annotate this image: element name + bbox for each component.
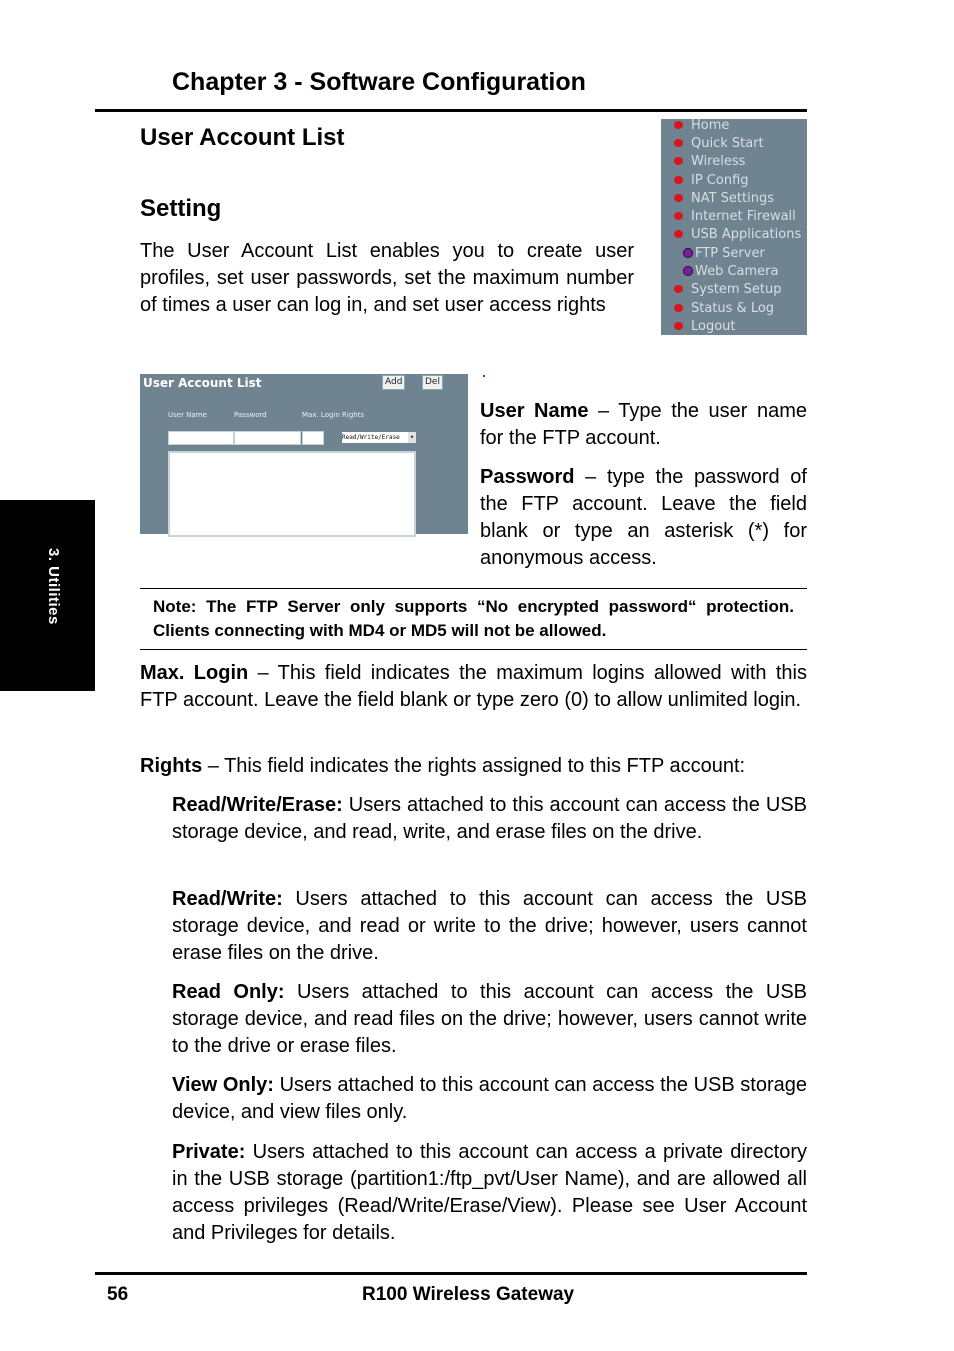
nav-item-logout[interactable]: Logout	[661, 317, 736, 335]
section-subtitle: Setting	[140, 195, 222, 222]
user-account-list-screenshot: User Account List Add Del User Name Pass…	[140, 374, 468, 537]
term: Rights	[140, 755, 203, 777]
nav-item-ftp-server[interactable]: FTP Server	[661, 244, 765, 262]
column-header-max-login-rights: Max. Login Rights	[302, 411, 365, 419]
term: Read Only:	[172, 981, 285, 1003]
nav-item-home[interactable]: Home	[661, 116, 729, 134]
del-button[interactable]: Del	[422, 375, 443, 390]
rights-item: Private: Users attached to this account …	[172, 1139, 807, 1247]
term: View Only:	[172, 1074, 274, 1096]
nav-item-label: Home	[691, 117, 730, 133]
note-rule-top	[140, 588, 807, 589]
nav-item-label: IP Config	[691, 172, 749, 188]
nav-item-label: NAT Settings	[691, 190, 775, 206]
user-name-input[interactable]	[168, 431, 234, 445]
nav-item-label: Logout	[691, 318, 736, 334]
nav-item-ip-config[interactable]: IP Config	[661, 171, 749, 189]
max-login-input[interactable]	[302, 431, 324, 445]
stray-dot	[483, 375, 485, 377]
page-number: 56	[107, 1284, 129, 1305]
bullet-icon	[674, 212, 683, 220]
panel-title: User Account List	[143, 376, 262, 390]
rights-item: Read/Write: Users attached to this accou…	[172, 886, 807, 967]
bullet-icon	[674, 322, 683, 330]
bullet-icon	[674, 139, 683, 147]
nav-item-wireless[interactable]: Wireless	[661, 152, 745, 170]
rights-item: View Only: Users attached to this accoun…	[172, 1072, 807, 1126]
term: Read/Write/Erase:	[172, 794, 343, 816]
nav-item-nat-settings[interactable]: NAT Settings	[661, 189, 774, 207]
term: User Name	[480, 400, 589, 422]
term: Password	[480, 466, 575, 488]
desc: – This field indicates the rights assign…	[202, 755, 746, 777]
term: Private:	[172, 1141, 246, 1163]
nav-item-label: Quick Start	[691, 135, 764, 151]
header-rule	[95, 109, 807, 112]
bullet-icon	[674, 285, 683, 293]
nav-item-status-log[interactable]: Status & Log	[661, 299, 774, 317]
intro-paragraph: The User Account List enables you to cre…	[140, 240, 634, 316]
nav-item-usb-applications[interactable]: USB Applications	[661, 225, 801, 243]
term: Read/Write:	[172, 888, 283, 910]
nav-item-label: Wireless	[691, 153, 746, 169]
nav-item-label: System Setup	[691, 281, 782, 297]
nav-item-label: FTP Server	[695, 245, 765, 261]
password-description: Password – type the password of the FTP …	[480, 464, 807, 572]
term: Max. Login	[140, 662, 249, 684]
side-tab-label: 3. Utilities	[45, 548, 62, 625]
nav-item-system-setup[interactable]: System Setup	[661, 280, 781, 298]
max-login-description: Max. Login – This field indicates the ma…	[140, 660, 807, 714]
section-title: User Account List	[140, 124, 345, 151]
password-input[interactable]	[234, 431, 301, 445]
nav-item-internet-firewall[interactable]: Internet Firewall	[661, 207, 796, 225]
bullet-icon	[674, 121, 683, 129]
bullet-icon	[674, 157, 683, 165]
note-text: Note: The FTP Server only supports “No e…	[153, 597, 794, 640]
rights-item: Read/Write/Erase: Users attached to this…	[172, 792, 807, 846]
nav-item-label: Status & Log	[691, 300, 775, 316]
user-name-description: User Name – Type the user name for the F…	[480, 398, 807, 452]
nav-item-label: Internet Firewall	[691, 208, 796, 224]
nav-item-web-camera[interactable]: Web Camera	[661, 262, 779, 280]
rights-item: Read Only: Users attached to this accoun…	[172, 979, 807, 1060]
column-header-password: Password	[234, 411, 267, 419]
add-button[interactable]: Add	[382, 375, 406, 390]
desc: Users attached to this account can acces…	[172, 1141, 807, 1244]
bullet-icon	[674, 304, 683, 312]
nav-item-quick-start[interactable]: Quick Start	[661, 134, 764, 152]
bullet-icon	[674, 230, 683, 238]
footer-rule	[95, 1272, 807, 1275]
footer-product-name: R100 Wireless Gateway	[362, 1284, 575, 1305]
sub-bullet-icon	[683, 266, 693, 276]
rights-description: Rights – This field indicates the rights…	[140, 753, 807, 780]
chevron-down-icon[interactable]: ▾	[408, 432, 416, 443]
bullet-icon	[674, 194, 683, 202]
account-listbox[interactable]	[168, 451, 416, 537]
nav-menu-screenshot: Home Quick Start Wireless IP Config NAT …	[661, 116, 807, 335]
rights-select[interactable]: Read/Write/Erase ▾	[342, 432, 416, 443]
chapter-title: Chapter 3 - Software Configuration	[172, 68, 586, 96]
rights-select-value: Read/Write/Erase	[342, 434, 400, 441]
note-rule-bottom	[140, 649, 807, 650]
nav-item-label: Web Camera	[695, 263, 779, 279]
bullet-icon	[674, 176, 683, 184]
sub-bullet-icon	[683, 248, 693, 258]
nav-item-label: USB Applications	[691, 226, 802, 242]
column-header-user-name: User Name	[168, 411, 207, 419]
side-tab: 3. Utilities	[0, 500, 95, 691]
